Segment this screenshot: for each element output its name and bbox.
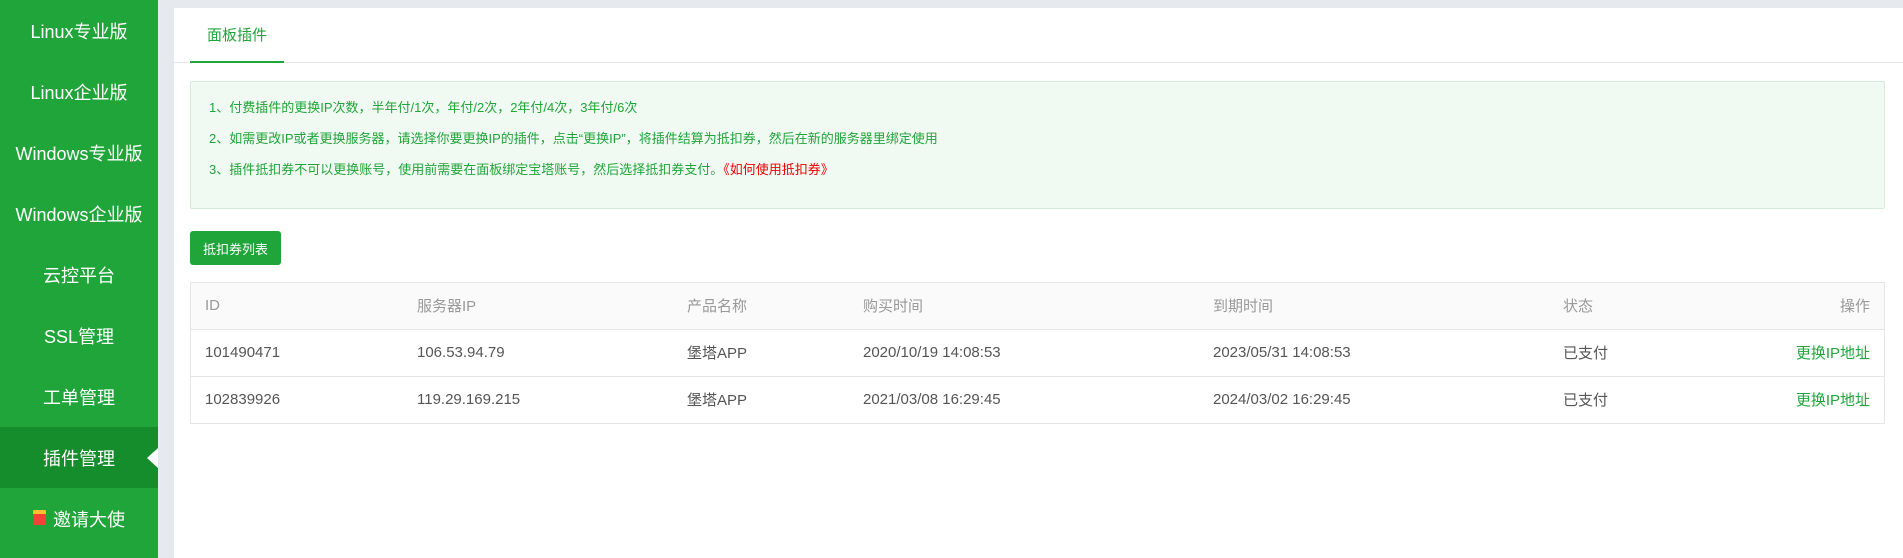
notice-line-1: 1、付费插件的更换IP次数，半年付/1次，年付/2次，2年付/4次，3年付/6次 (209, 100, 638, 115)
sidebar-item-linux-pro[interactable]: Linux专业版 (0, 0, 158, 61)
cell-purchase-time: 2020/10/19 14:08:53 (849, 329, 1199, 377)
sidebar-item-linux-enterprise[interactable]: Linux企业版 (0, 61, 158, 122)
notice-line-2: 2、如需更改IP或者更换服务器，请选择你要更换IP的插件，点击“更换IP”，将插… (209, 131, 938, 146)
cell-product: 堡塔APP (673, 329, 849, 377)
notice-box: 1、付费插件的更换IP次数，半年付/1次，年付/2次，2年付/4次，3年付/6次… (190, 81, 1885, 209)
change-ip-link[interactable]: 更换IP地址 (1796, 345, 1870, 362)
cell-product: 堡塔APP (687, 392, 748, 410)
sidebar-item-invite[interactable]: 邀请大使 (0, 488, 158, 549)
sidebar-item-label: 邀请大使 (53, 509, 125, 530)
change-ip-link[interactable]: 更换IP地址 (1796, 392, 1870, 409)
sidebar-item-label: Windows专业版 (15, 143, 143, 164)
tab-bar: 面板插件 (174, 8, 1903, 63)
sidebar-item-label: SSL管理 (43, 326, 115, 347)
cell-purchase-time: 2021/03/08 16:29:45 (863, 391, 1001, 409)
notice-line-3: 3、插件抵扣券不可以更换账号，使用前需要在面板绑定宝塔账号，然后选择抵扣券支付。… (209, 161, 1884, 192)
voucher-help-link[interactable]: 《如何使用抵扣券》 (723, 162, 834, 177)
sidebar-item-label: 插件管理 (43, 448, 115, 469)
cell-action: 更换IP地址 (1709, 329, 1884, 377)
sidebar-item-label: Windows企业版 (15, 204, 143, 225)
sidebar-item-windows-enterprise[interactable]: Windows企业版 (0, 183, 158, 244)
gift-icon (33, 510, 46, 525)
tab-label: 面板插件 (207, 27, 268, 44)
cell-expire-time: 2024/03/02 16:29:45 (1213, 391, 1351, 409)
cell-id: 101490471 (191, 329, 403, 377)
sidebar-item-cloud-control[interactable]: 云控平台 (0, 244, 158, 305)
sidebar-item-label: 云控平台 (43, 265, 115, 286)
header-expire-time: 到期时间 (1199, 283, 1549, 330)
sidebar: Linux专业版 Linux企业版 Windows专业版 Windows企业版 … (0, 0, 158, 558)
sidebar-item-windows-pro[interactable]: Windows专业版 (0, 122, 158, 183)
cell-server-ip: 119.29.169.215 (417, 391, 521, 409)
cell-action: 更换IP地址 (1709, 376, 1884, 423)
sidebar-item-tickets[interactable]: 工单管理 (0, 366, 158, 427)
tab-panel-plugins[interactable]: 面板插件 (190, 8, 285, 63)
table-row: 101490471 106.53.94.79 堡塔APP 2020/10/19 … (191, 329, 1884, 377)
sidebar-item-label: Linux企业版 (30, 82, 128, 103)
sidebar-item-plugins[interactable]: 插件管理 (0, 427, 158, 488)
cell-status: 已支付 (1549, 329, 1709, 377)
voucher-list-button[interactable]: 抵扣券列表 (190, 231, 282, 265)
header-action: 操作 (1709, 283, 1884, 330)
header-id: ID (191, 283, 403, 330)
plugin-table: ID 服务器IP 产品名称 购买时间 到期时间 状态 操作 101490471 … (190, 282, 1885, 424)
table-header-row: ID 服务器IP 产品名称 购买时间 到期时间 状态 操作 (191, 283, 1884, 330)
main-panel: 面板插件 1、付费插件的更换IP次数，半年付/1次，年付/2次，2年付/4次，3… (174, 8, 1903, 558)
sidebar-item-label: 工单管理 (43, 387, 115, 408)
table-row: 102839926 119.29.169.215 堡塔APP 2021/03/0… (191, 376, 1884, 423)
header-server-ip: 服务器IP (403, 283, 673, 330)
sidebar-item-ssl[interactable]: SSL管理 (0, 305, 158, 366)
sidebar-item-label: Linux专业版 (30, 21, 128, 42)
header-status: 状态 (1549, 283, 1709, 330)
cell-status: 已支付 (1563, 392, 1609, 410)
notice-line-3-text: 3、插件抵扣券不可以更换账号，使用前需要在面板绑定宝塔账号，然后选择抵扣券支付。 (209, 162, 724, 177)
cell-server-ip: 106.53.94.79 (403, 329, 673, 377)
header-purchase-time: 购买时间 (849, 283, 1199, 330)
cell-expire-time: 2023/05/31 14:08:53 (1199, 329, 1549, 377)
header-product: 产品名称 (673, 283, 849, 330)
cell-id: 102839926 (205, 391, 281, 409)
